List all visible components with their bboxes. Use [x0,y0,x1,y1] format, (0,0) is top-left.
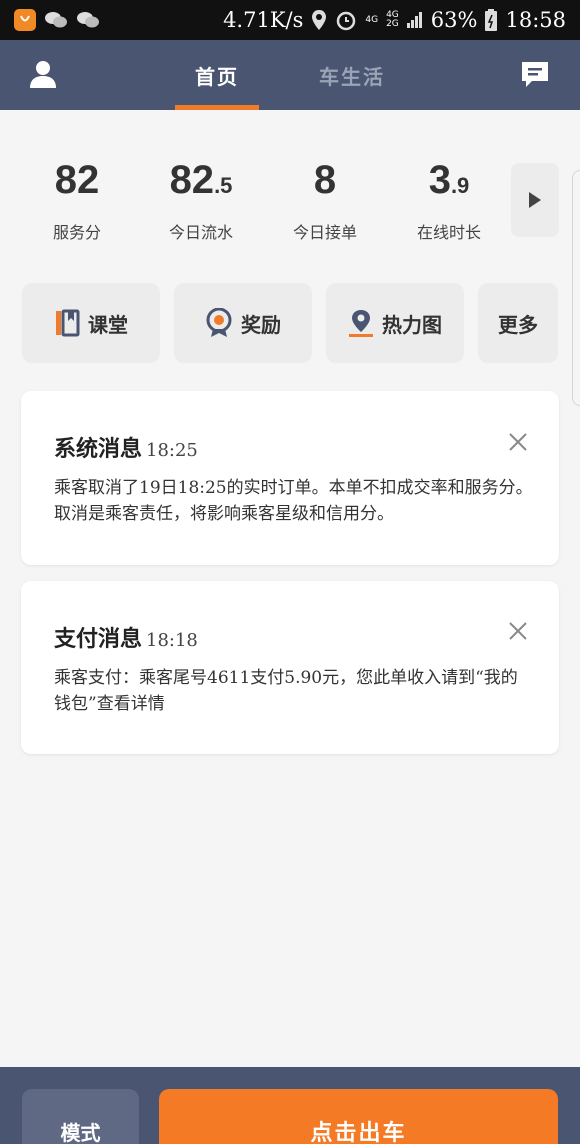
side-panel-edge[interactable] [572,170,580,406]
classroom-label: 课堂 [88,312,128,337]
stat-decimal: .5 [214,173,233,198]
alarm-icon [337,11,356,31]
mode-button[interactable]: 模式 [22,1089,139,1144]
wechat-icon [45,12,67,28]
system-message-card[interactable]: 系统消息 18:25 乘客取消了19日18:25的实时订单。本单不扣成交率和服务分… [21,391,559,565]
bottom-bar: 模式 点击出车 [0,1067,580,1144]
stat-today-orders[interactable]: 8 今日接单 [265,155,385,243]
status-bar: 4.71K/s 4G 4G 2G 63% 18:58 [0,0,580,40]
top-nav-bar: 首页 车生活 [0,40,580,110]
close-icon[interactable] [507,620,529,642]
signal-icon [406,12,422,28]
network-type-2: 4G 2G [386,10,399,29]
stat-label: 今日流水 [168,223,233,242]
wechat-icon-2 [77,12,99,28]
message-time: 18:18 [146,630,198,651]
tab-car-life[interactable]: 车生活 [299,40,405,110]
heatmap-label: 热力图 [382,312,442,337]
battery-percent: 63% [430,8,478,32]
page: 4.71K/s 4G 4G 2G 63% 18:58 首页 车生活 82 服务分… [0,0,580,1144]
user-profile-icon[interactable] [28,59,58,89]
message-time: 18:25 [146,440,198,461]
stat-label: 在线时长 [416,223,481,242]
stat-decimal: .9 [450,173,470,198]
stat-label: 今日接单 [292,223,357,242]
stat-value: 82 [169,158,215,202]
heatmap-button[interactable]: 热力图 [326,283,464,363]
network-type-1: 4G [365,14,379,25]
book-icon [56,309,80,337]
rewards-label: 奖励 [241,312,281,337]
network-speed: 4.71K/s [223,8,304,32]
message-icon[interactable] [520,59,550,89]
tab-home[interactable]: 首页 [175,40,259,110]
location-icon [312,10,327,30]
message-title: 支付消息 18:18 [54,626,198,652]
payment-message-card[interactable]: 支付消息 18:18 乘客支付：乘客尾号4611支付5.90元，您此单收入请到“我… [21,581,559,754]
stats-row: 82 服务分 82.5 今日流水 8 今日接单 3.9 在线时长 [0,155,580,245]
medal-icon [206,308,232,337]
stat-value: 3 [428,158,451,202]
classroom-button[interactable]: 课堂 [22,283,160,363]
stat-value: 8 [313,158,337,202]
play-right-icon [529,192,541,208]
clock-time: 18:58 [505,8,566,32]
battery-icon [485,9,498,31]
didi-app-icon [14,9,36,31]
stats-next-button[interactable] [511,163,559,237]
stat-today-income[interactable]: 82.5 今日流水 [141,155,261,243]
more-label: 更多 [498,312,538,337]
stat-online-hours[interactable]: 3.9 在线时长 [389,155,509,243]
tab-bar: 首页 车生活 [175,40,405,110]
start-driving-button[interactable]: 点击出车 [159,1089,558,1144]
message-body: 乘客支付：乘客尾号4611支付5.90元，您此单收入请到“我的钱包”查看详情 [54,668,518,714]
message-title: 系统消息 18:25 [54,436,198,462]
message-body: 乘客取消了19日18:25的实时订单。本单不扣成交率和服务分。取消是乘客责任，将… [54,478,533,524]
more-button[interactable]: 更多 [478,283,558,363]
stat-label: 服务分 [52,223,101,242]
stat-service-score[interactable]: 82 服务分 [17,155,137,243]
location-pin-icon [349,310,373,337]
close-icon[interactable] [507,431,529,453]
rewards-button[interactable]: 奖励 [174,283,312,363]
stat-value: 82 [54,158,100,202]
